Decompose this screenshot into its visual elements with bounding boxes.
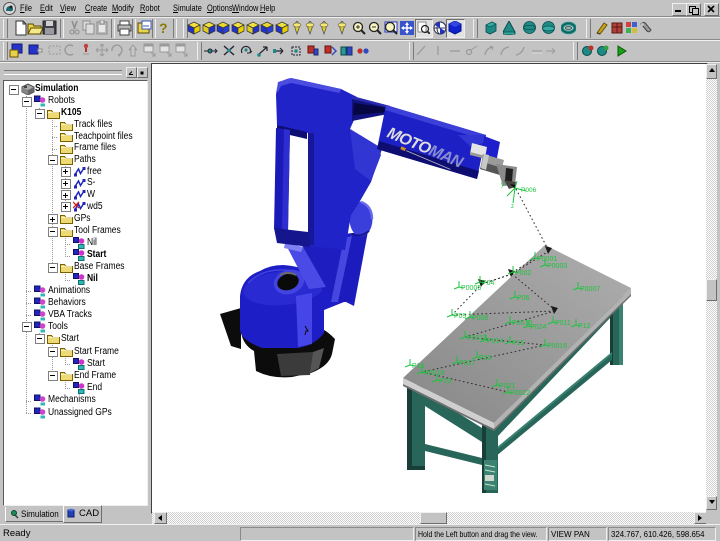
svg-text:P017: P017 (459, 360, 475, 367)
svg-text:P09: P09 (454, 313, 467, 320)
svg-text:P0016: P0016 (547, 343, 567, 350)
svg-text:P12: P12 (578, 323, 591, 330)
svg-text:P0019: P0019 (424, 370, 444, 377)
svg-text:P014: P014 (487, 338, 503, 345)
svg-text:P15: P15 (512, 340, 525, 347)
svg-text:P0013: P0013 (467, 335, 487, 342)
svg-text:y: y (501, 182, 504, 188)
svg-text:P23: P23 (439, 378, 452, 385)
svg-text:P06: P06 (517, 295, 530, 302)
svg-text:P04: P04 (482, 280, 495, 287)
svg-text:P008: P008 (472, 315, 488, 322)
svg-text:P18: P18 (412, 363, 425, 370)
svg-text:?: ? (159, 20, 168, 36)
svg-text:P006: P006 (521, 187, 537, 194)
svg-text:P0007: P0007 (580, 286, 600, 293)
svg-text:P002: P002 (515, 270, 531, 277)
svg-text:P021: P021 (499, 383, 515, 390)
svg-text:z: z (511, 204, 514, 210)
svg-text:P0001: P0001 (537, 256, 557, 263)
svg-text:P0005: P0005 (461, 285, 481, 292)
svg-text:P011: P011 (555, 320, 571, 327)
svg-text:P0022: P0022 (510, 390, 530, 397)
svg-text:P024: P024 (530, 324, 546, 331)
svg-text:P20: P20 (479, 355, 492, 362)
svg-text:P0003: P0003 (547, 263, 567, 270)
